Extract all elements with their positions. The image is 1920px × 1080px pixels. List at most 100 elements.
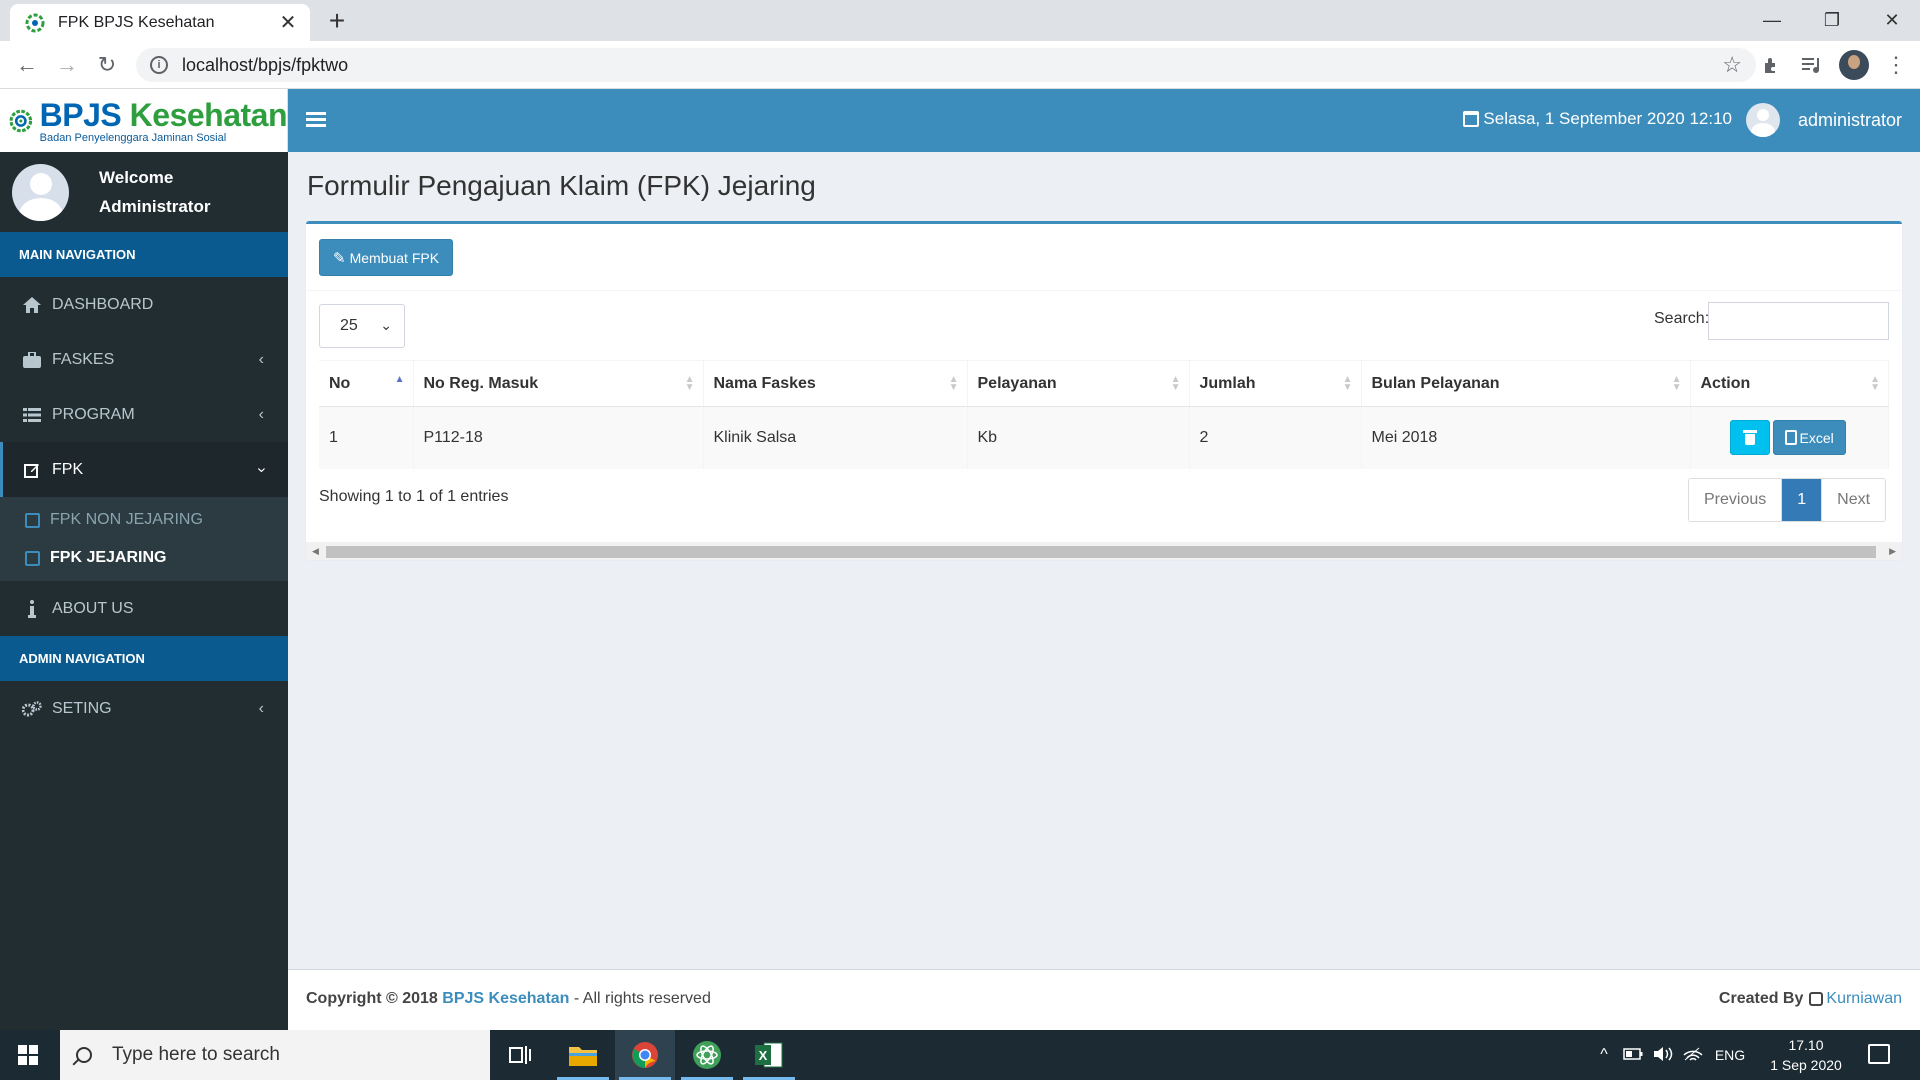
- restore-button[interactable]: ❐: [1802, 0, 1862, 41]
- welcome-text: Welcome: [99, 168, 174, 187]
- footer-brand-link[interactable]: BPJS Kesehatan: [442, 990, 569, 1007]
- site-info-icon[interactable]: i: [150, 56, 168, 74]
- notification-icon[interactable]: [1868, 1044, 1890, 1064]
- new-tab-button[interactable]: +: [322, 6, 352, 36]
- instagram-icon: [1809, 992, 1824, 1006]
- table-row: 1 P112-18 Klinik Salsa Kb 2 Mei 2018 Exc…: [319, 406, 1889, 469]
- pencil-icon: ✎: [333, 249, 346, 267]
- wifi-icon[interactable]: [1678, 1046, 1708, 1065]
- scroll-right-icon[interactable]: ▶: [1889, 546, 1896, 557]
- table-info: Showing 1 to 1 of 1 entries: [319, 488, 509, 505]
- reload-icon[interactable]: ↻: [92, 50, 122, 80]
- extensions-icon[interactable]: [1757, 50, 1787, 80]
- home-icon: [22, 296, 42, 314]
- windows-start-icon[interactable]: [18, 1045, 38, 1065]
- column-header-pelayanan[interactable]: Pelayanan ▲ ▼: [967, 360, 1190, 407]
- sidebar-item-label: FASKES: [52, 350, 115, 368]
- fpk-table: No ▲ No Reg. Masuk ▲ ▼ Nama Faskes ▲ ▼ Pelaya…: [319, 360, 1889, 469]
- scrollbar-thumb[interactable]: [326, 546, 1876, 558]
- admin-navigation-header: ADMIN NAVIGATION: [0, 636, 288, 681]
- profile-avatar[interactable]: [1839, 50, 1869, 80]
- taskbar-clock[interactable]: 17.10 1 Sep 2020: [1760, 1035, 1852, 1075]
- close-tab-icon[interactable]: ✕: [278, 10, 298, 35]
- battery-icon[interactable]: [1618, 1047, 1648, 1063]
- user-menu[interactable]: administrator: [1745, 103, 1902, 137]
- sidebar-item-faskes[interactable]: FASKES ‹: [0, 332, 288, 387]
- sidebar-item-label: PROGRAM: [52, 405, 135, 423]
- horizontal-scrollbar[interactable]: ◀ ▶: [306, 542, 1902, 560]
- page-1-button[interactable]: 1: [1782, 479, 1823, 521]
- search-input[interactable]: [1708, 302, 1889, 340]
- cell-bulan: Mei 2018: [1361, 406, 1691, 469]
- create-fpk-button[interactable]: ✎ Membuat FPK: [319, 239, 454, 276]
- content-box: ✎ Membuat FPK 25 ⌄ Search: No ▲ No Reg. M…: [306, 221, 1902, 560]
- column-header-bulan[interactable]: Bulan Pelayanan ▲ ▼: [1361, 360, 1691, 407]
- cell-no: 1: [319, 406, 414, 469]
- scroll-left-icon[interactable]: ◀: [312, 546, 319, 557]
- clock-date: 1 Sep 2020: [1770, 1057, 1842, 1073]
- created-by-text: Created By: [1718, 990, 1804, 1007]
- sidebar-item-label: FPK JEJARING: [50, 549, 167, 566]
- url-text[interactable]: localhost/bpjs/fpktwo: [182, 55, 1722, 76]
- sidebar-toggle-icon[interactable]: [306, 109, 326, 131]
- sidebar-item-label: FPK NON JEJARING: [50, 511, 203, 528]
- sidebar-item-label: SETING: [52, 699, 112, 717]
- search-label: Search:: [1654, 310, 1710, 327]
- author-link[interactable]: Kurniawan: [1826, 990, 1902, 1008]
- column-header-no[interactable]: No ▲: [319, 360, 414, 407]
- sidebar-item-fpk[interactable]: FPK ‹: [0, 442, 288, 497]
- pagination: Previous 1 Next: [1688, 478, 1887, 522]
- app-logo[interactable]: BPJS Kesehatan Badan Penyelenggara Jamin…: [0, 89, 288, 152]
- sidebar-item-fpk-jejaring[interactable]: FPK JEJARING: [0, 539, 288, 577]
- page-length-select[interactable]: 25 ⌄: [319, 304, 405, 348]
- chevron-left-icon: ‹: [258, 700, 264, 717]
- column-header-faskes[interactable]: Nama Faskes ▲ ▼: [703, 360, 968, 407]
- language-indicator[interactable]: ENG: [1708, 1047, 1752, 1063]
- sidebar-item-label: DASHBOARD: [52, 295, 154, 313]
- sort-icon: ▲ ▼: [948, 374, 959, 393]
- taskbar-search-placeholder: Type here to search: [112, 1044, 280, 1065]
- sort-icon: ▲ ▼: [1342, 374, 1353, 393]
- minimize-button[interactable]: —: [1742, 0, 1802, 41]
- copyright-text: Copyright © 2018: [306, 990, 438, 1007]
- column-header-reg[interactable]: No Reg. Masuk ▲ ▼: [413, 360, 704, 407]
- browser-menu-icon[interactable]: ⋮: [1881, 50, 1911, 80]
- forward-icon[interactable]: →: [52, 50, 82, 80]
- create-fpk-label: Membuat FPK: [349, 249, 440, 266]
- username: administrator: [1797, 109, 1902, 130]
- next-page-button[interactable]: Next: [1822, 479, 1886, 521]
- show-hidden-icons-icon[interactable]: ^: [1590, 1046, 1618, 1064]
- excel-app-icon[interactable]: X: [739, 1030, 799, 1080]
- volume-icon[interactable]: [1648, 1046, 1678, 1065]
- sidebar-item-program[interactable]: PROGRAM ‹: [0, 387, 288, 442]
- browser-toolbar: ← → ↻ i localhost/bpjs/fpktwo ☆ ⋮: [0, 41, 1920, 89]
- excel-button[interactable]: Excel: [1772, 420, 1846, 456]
- sidebar-item-fpk-non-jejaring[interactable]: FPK NON JEJARING: [0, 501, 288, 539]
- brand-name-1: BPJS: [39, 96, 130, 133]
- cell-reg: P112-18: [413, 406, 704, 469]
- chrome-icon[interactable]: [615, 1030, 675, 1080]
- bookmark-star-icon[interactable]: ☆: [1722, 52, 1742, 78]
- brand-subtitle: Badan Penyelenggara Jaminan Sosial: [39, 131, 227, 144]
- task-view-icon[interactable]: [490, 1030, 550, 1080]
- back-icon[interactable]: ←: [12, 50, 42, 80]
- current-datetime: Selasa, 1 September 2020 12:10: [1463, 109, 1732, 129]
- sidebar-item-setting[interactable]: SETING ‹: [0, 681, 288, 736]
- file-explorer-icon[interactable]: [553, 1030, 613, 1080]
- edit-icon: [22, 461, 42, 479]
- browser-tab[interactable]: FPK BPJS Kesehatan ✕: [10, 4, 310, 41]
- delete-button[interactable]: [1729, 420, 1770, 456]
- close-window-button[interactable]: ✕: [1862, 0, 1920, 41]
- address-bar[interactable]: i localhost/bpjs/fpktwo ☆: [136, 48, 1756, 82]
- sidebar-item-dashboard[interactable]: DASHBOARD: [0, 277, 288, 332]
- taskbar-search-box[interactable]: Type here to search: [60, 1030, 490, 1080]
- sidebar-item-about[interactable]: ABOUT US: [0, 581, 288, 636]
- media-control-icon[interactable]: [1797, 50, 1827, 80]
- sort-asc-icon: ▲: [394, 374, 405, 385]
- sidebar-item-label: ABOUT US: [52, 599, 134, 617]
- column-header-action[interactable]: Action ▲ ▼: [1690, 360, 1889, 407]
- atom-editor-icon[interactable]: [677, 1030, 737, 1080]
- column-header-jumlah[interactable]: Jumlah ▲ ▼: [1189, 360, 1362, 407]
- previous-page-button[interactable]: Previous: [1689, 479, 1783, 521]
- file-excel-icon: [1784, 430, 1797, 446]
